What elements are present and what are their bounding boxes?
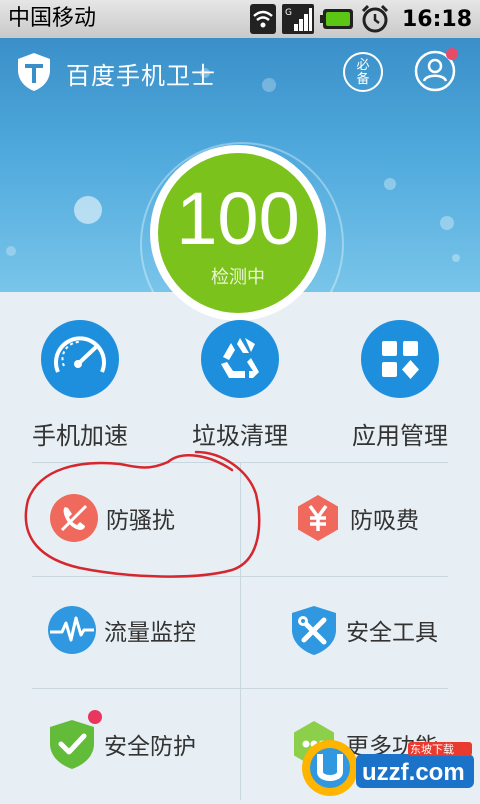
site-watermark: 东坡下载 uzzf.com: [296, 724, 480, 800]
watermark-text: uzzf.com: [362, 759, 465, 786]
watermark-sub: 东坡下载: [410, 743, 454, 756]
annotation-circle: [24, 450, 261, 578]
